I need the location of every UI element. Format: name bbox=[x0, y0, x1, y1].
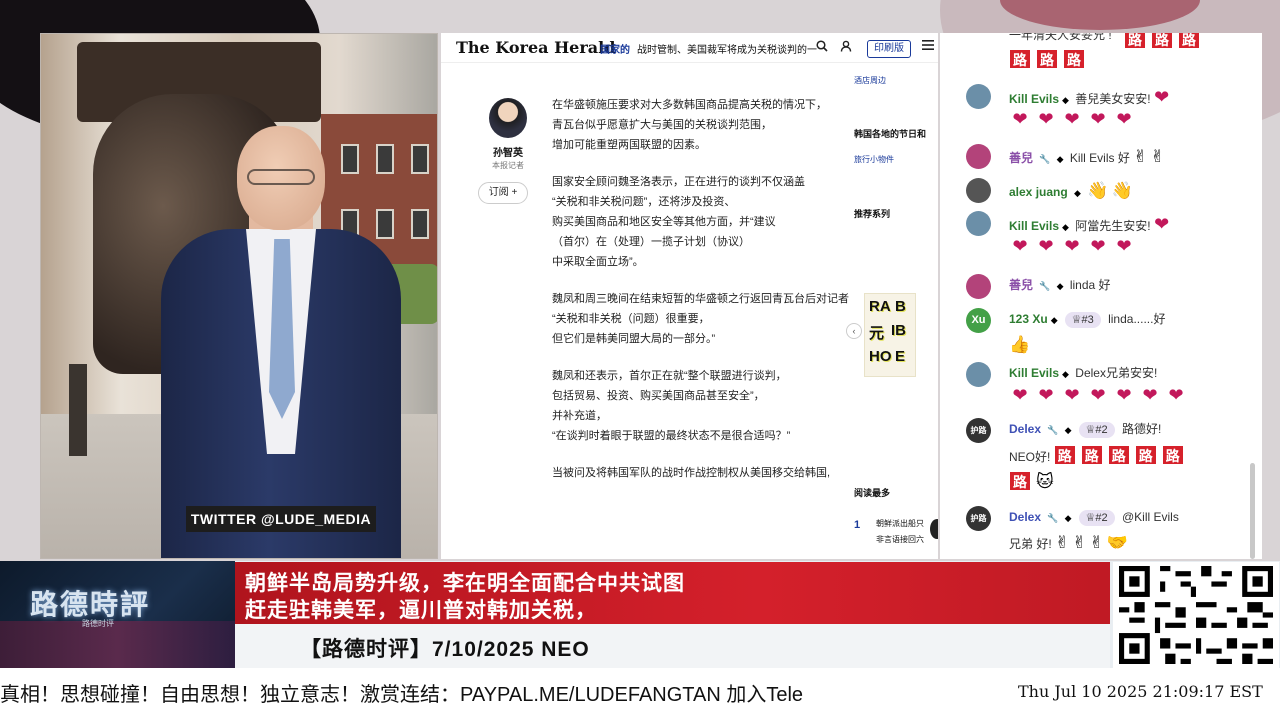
host-video: TWITTER @LUDE_MEDIA bbox=[40, 33, 438, 559]
member-tier-badge: ♕#2 bbox=[1078, 422, 1115, 438]
article-paragraph: 魏凤和还表示，首尔正在就“整个联盟进行谈判， 包括贸易、投资、购买美国商品甚至安… bbox=[552, 366, 867, 446]
popular-item-text[interactable]: 非言语接回六 bbox=[876, 534, 924, 545]
chat-text: @Kill Evils bbox=[1121, 510, 1179, 524]
channel-logo: 路德時評 路德时评 bbox=[0, 561, 235, 668]
article-paragraph: 魏凤和周三晚间在结束短暂的华盛顿之行返回青瓦台后对记者 “关税和非关税（问题）很… bbox=[552, 289, 867, 349]
program-title: 【路德时评】7/10/2025 NEO bbox=[300, 638, 590, 661]
carousel-prev-button[interactable]: ‹ bbox=[846, 323, 862, 339]
author-name: 孙智英 bbox=[493, 148, 523, 159]
headline-line-2: 赶走驻韩美军，逼川普对韩加关税， bbox=[245, 599, 597, 622]
chat-text: 兄弟 好! bbox=[1009, 537, 1052, 551]
article-line: （首尔）在（处理）一揽子计划（协议） bbox=[552, 236, 750, 248]
channel-logo-title: 路德時評 bbox=[30, 589, 151, 620]
avatar[interactable]: Xu bbox=[966, 308, 991, 333]
avatar[interactable] bbox=[966, 84, 991, 109]
avatar[interactable] bbox=[966, 178, 991, 203]
chat-username[interactable]: Kill Evils bbox=[1009, 219, 1059, 233]
avatar[interactable] bbox=[966, 362, 991, 387]
sidebar-festival-heading[interactable]: 韩国各地的节日和 bbox=[854, 127, 926, 140]
chat-text: linda 好 bbox=[1069, 278, 1111, 292]
author-role: 本报记者 bbox=[492, 161, 524, 170]
chat-text: 一年清夫人安妥兄 ! bbox=[1009, 33, 1112, 42]
chat-text: 阿當先生安安! bbox=[1075, 219, 1151, 233]
chat-text: 路德好! bbox=[1121, 422, 1162, 436]
site-logo[interactable]: The Korea Herald bbox=[456, 38, 615, 57]
article-paragraph: 当被问及将韩国军队的战时作战控制权从美国移交给韩国, bbox=[552, 463, 867, 483]
article-line: 增加可能重塑两国联盟的因素。 bbox=[552, 139, 706, 151]
popular-item-text[interactable]: 朝鲜派出船只 bbox=[876, 518, 924, 529]
live-chat-panel: 一年清夫人安妥兄 ! 路路路 路路路 Kill Evils ◆ 善兒美女安安! ❤ … bbox=[940, 33, 1262, 559]
article-line: 在华盛顿施压要求对大多数韩国商品提高关税的情况下， bbox=[552, 99, 827, 111]
sidebar-link-hotel[interactable]: 酒店周边 bbox=[854, 75, 886, 86]
article-line: “在谈判时着眼于联盟的最终状态不是很合适吗？” bbox=[552, 430, 791, 442]
subscribe-button[interactable]: 订阅 + bbox=[478, 182, 528, 204]
twitter-handle-label: TWITTER @LUDE_MEDIA bbox=[186, 506, 376, 532]
sidebar-recommend-heading: 推荐系列 bbox=[854, 209, 891, 219]
article-line: 魏凤和周三晚间在结束短暂的华盛顿之行返回青瓦台后对记者 bbox=[552, 293, 849, 305]
article-line: 中采取全面立场”。 bbox=[552, 256, 644, 268]
menu-icon[interactable] bbox=[921, 38, 935, 55]
article-sidebar: 酒店周边 韩国各地的节日和 旅行小物件 推荐系列 RA B 元 IB HO E ‹ 阅… bbox=[846, 71, 938, 559]
chat-text: 善兒美女安安! bbox=[1075, 92, 1151, 106]
article-body: 在华盛顿施压要求对大多数韩国商品提高关税的情况下， 青瓦台似乎愿意扩大与美国的关… bbox=[552, 95, 867, 500]
chat-scrollbar[interactable] bbox=[1250, 463, 1255, 559]
chat-text: Kill Evils 好 bbox=[1069, 151, 1130, 165]
article-line: 当被问及将韩国军队的战时作战控制权从美国移交给韩国, bbox=[552, 467, 831, 479]
avatar[interactable] bbox=[966, 144, 991, 169]
article-paragraph: 在华盛顿施压要求对大多数韩国商品提高关税的情况下， 青瓦台似乎愿意扩大与美国的关… bbox=[552, 95, 867, 155]
chat-text: NEO好! bbox=[1009, 450, 1051, 464]
article-browser-panel: The Korea Herald 国家的 战时管制、美国裁军将成为关税谈判的一 … bbox=[441, 33, 938, 559]
chat-text: linda......好 bbox=[1108, 312, 1166, 326]
article-line: 并补充道， bbox=[552, 410, 607, 422]
sidebar-link-travel[interactable]: 旅行小物件 bbox=[854, 154, 894, 165]
ticker-text: 真相！思想碰撞！自由思想！独立意志！激赏连结：PAYPAL.ME/LUDEFAN… bbox=[0, 684, 804, 706]
article-line: 包括贸易、投资、购买美国商品甚至安全”， bbox=[552, 390, 765, 402]
user-icon[interactable] bbox=[840, 40, 852, 55]
member-tier-badge: ♕#3 bbox=[1064, 312, 1101, 328]
popular-rank: 1 bbox=[854, 519, 861, 531]
popular-thumbnail[interactable] bbox=[930, 519, 938, 539]
header-headline: 战时管制、美国裁军将成为关税谈判的一 bbox=[637, 45, 817, 56]
chat-username[interactable]: Delex bbox=[1009, 422, 1041, 436]
channel-logo-subtitle: 路德时评 bbox=[82, 619, 114, 628]
recommend-series-thumbnail[interactable]: RA B 元 IB HO E bbox=[864, 293, 916, 377]
article-line: “关税和非关税问题”，还将涉及投资、 bbox=[552, 196, 736, 208]
article-paragraph: 国家安全顾问魏圣洛表示，正在进行的谈判不仅涵盖 “关税和非关税问题”，还将涉及投… bbox=[552, 172, 867, 272]
search-icon[interactable] bbox=[816, 40, 828, 55]
sidebar-popular-heading: 阅读最多 bbox=[854, 488, 891, 498]
print-edition-button[interactable]: 印刷版 bbox=[867, 40, 911, 58]
site-header: The Korea Herald 国家的 战时管制、美国裁军将成为关税谈判的一 … bbox=[441, 33, 938, 63]
article-line: “关税和非关税（问题）很重要， bbox=[552, 313, 710, 325]
chat-username[interactable]: 123 Xu bbox=[1009, 312, 1048, 326]
avatar[interactable]: 护路 bbox=[966, 418, 991, 443]
article-line: 购买美国商品和地区安全等其他方面，并“建议 bbox=[552, 216, 776, 228]
section-link[interactable]: 国家的 bbox=[600, 41, 630, 56]
chat-username[interactable]: alex juang bbox=[1009, 185, 1068, 199]
chat-username[interactable]: Kill Evils bbox=[1009, 366, 1059, 380]
headline-line-1: 朝鲜半岛局势升级，李在明全面配合中共试图 bbox=[245, 572, 685, 595]
chat-username[interactable]: Kill Evils bbox=[1009, 92, 1059, 106]
article-line: 魏凤和还表示，首尔正在就“整个联盟进行谈判， bbox=[552, 370, 787, 382]
chat-text: Delex兄弟安安! bbox=[1075, 366, 1158, 380]
article-line: 但它们是韩美同盟大局的一部分。” bbox=[552, 333, 716, 345]
chat-username[interactable]: 善兒 bbox=[1009, 151, 1033, 165]
avatar[interactable]: 护路 bbox=[966, 506, 991, 531]
qr-code bbox=[1113, 562, 1279, 668]
chat-username[interactable]: 善兒 bbox=[1009, 278, 1033, 292]
article-line: 国家安全顾问魏圣洛表示，正在进行的谈判不仅涵盖 bbox=[552, 176, 805, 188]
ticker-timestamp: Thu Jul 10 2025 21:09:17 EST bbox=[1018, 682, 1263, 701]
qr-code-icon bbox=[1119, 566, 1273, 664]
author-card: 孙智英 本报记者 订阅 + bbox=[471, 88, 561, 218]
chat-username[interactable]: Delex bbox=[1009, 510, 1041, 524]
article-line: 青瓦台似乎愿意扩大与美国的关税谈判范围， bbox=[552, 119, 772, 131]
member-tier-badge: ♕#2 bbox=[1078, 510, 1115, 526]
avatar[interactable] bbox=[966, 211, 991, 236]
avatar[interactable] bbox=[966, 274, 991, 299]
author-photo bbox=[489, 98, 527, 138]
